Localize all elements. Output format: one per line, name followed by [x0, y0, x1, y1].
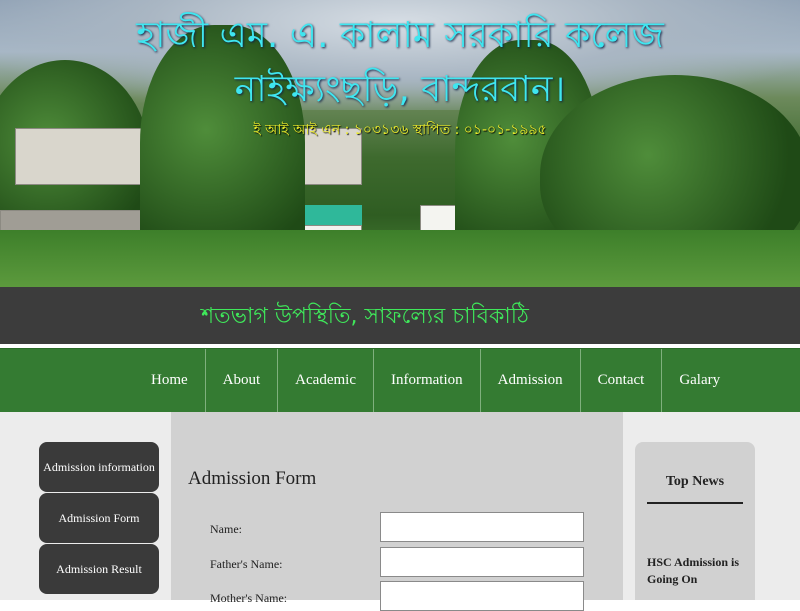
eiin-established: ই আই আই এন : ১০৩১৩৬ স্থাপিত : ০১-০১-১৯৯৫	[253, 122, 547, 138]
nav-item-academic[interactable]: Academic	[278, 349, 374, 413]
top-news-title: Top News	[665, 474, 725, 489]
nav-item-admission[interactable]: Admission	[481, 349, 581, 413]
name-label: Name:	[210, 522, 242, 536]
top-news-panel: Top News HSC Admission is Going On	[635, 442, 755, 600]
mothers-name-label: Mother's Name:	[210, 591, 288, 605]
admission-form-panel: Admission Form Name: Father's Name: Moth…	[171, 412, 623, 611]
banner-green-roof	[298, 205, 362, 227]
nav-item-about[interactable]: About	[206, 349, 279, 413]
header-banner: হাজী এম. এ. কালাম সরকারি কলেজ নাইক্ষ্যংছ…	[0, 0, 800, 287]
college-location: নাইক্ষ্যংছড়ি, বান্দরবান।	[234, 69, 566, 110]
name-input[interactable]	[380, 512, 584, 542]
nav-item-contact[interactable]: Contact	[581, 349, 663, 413]
fathers-name-label: Father's Name:	[210, 557, 283, 571]
banner-ground	[0, 230, 800, 287]
main-nav: Home About Academic Information Admissio…	[0, 348, 800, 413]
college-name: হাজী এম. এ. কালাম সরকারি কলেজ	[136, 15, 664, 56]
fathers-name-input[interactable]	[380, 547, 584, 577]
sidebar: Admission information Admission Form Adm…	[0, 412, 170, 600]
sidebar-admission-result-button[interactable]: Admission Result	[39, 544, 159, 594]
page-content: Admission information Admission Form Adm…	[0, 412, 800, 611]
mothers-name-input[interactable]	[380, 581, 584, 611]
news-item[interactable]: HSC Admission is Going On	[647, 554, 747, 588]
motto-text: শতভাগ উপস্থিতি, সাফল্যের চাবিকাঠি	[201, 304, 529, 329]
motto-bar: শতভাগ উপস্থিতি, সাফল্যের চাবিকাঠি	[0, 287, 800, 344]
top-news-divider	[647, 502, 743, 504]
form-title: Admission Form	[188, 468, 317, 489]
nav-item-information[interactable]: Information	[374, 349, 481, 413]
nav-item-home[interactable]: Home	[134, 349, 206, 413]
nav-item-galary[interactable]: Galary	[662, 349, 737, 413]
sidebar-admission-form-button[interactable]: Admission Form	[39, 493, 159, 543]
sidebar-admission-information-button[interactable]: Admission information	[39, 442, 159, 492]
